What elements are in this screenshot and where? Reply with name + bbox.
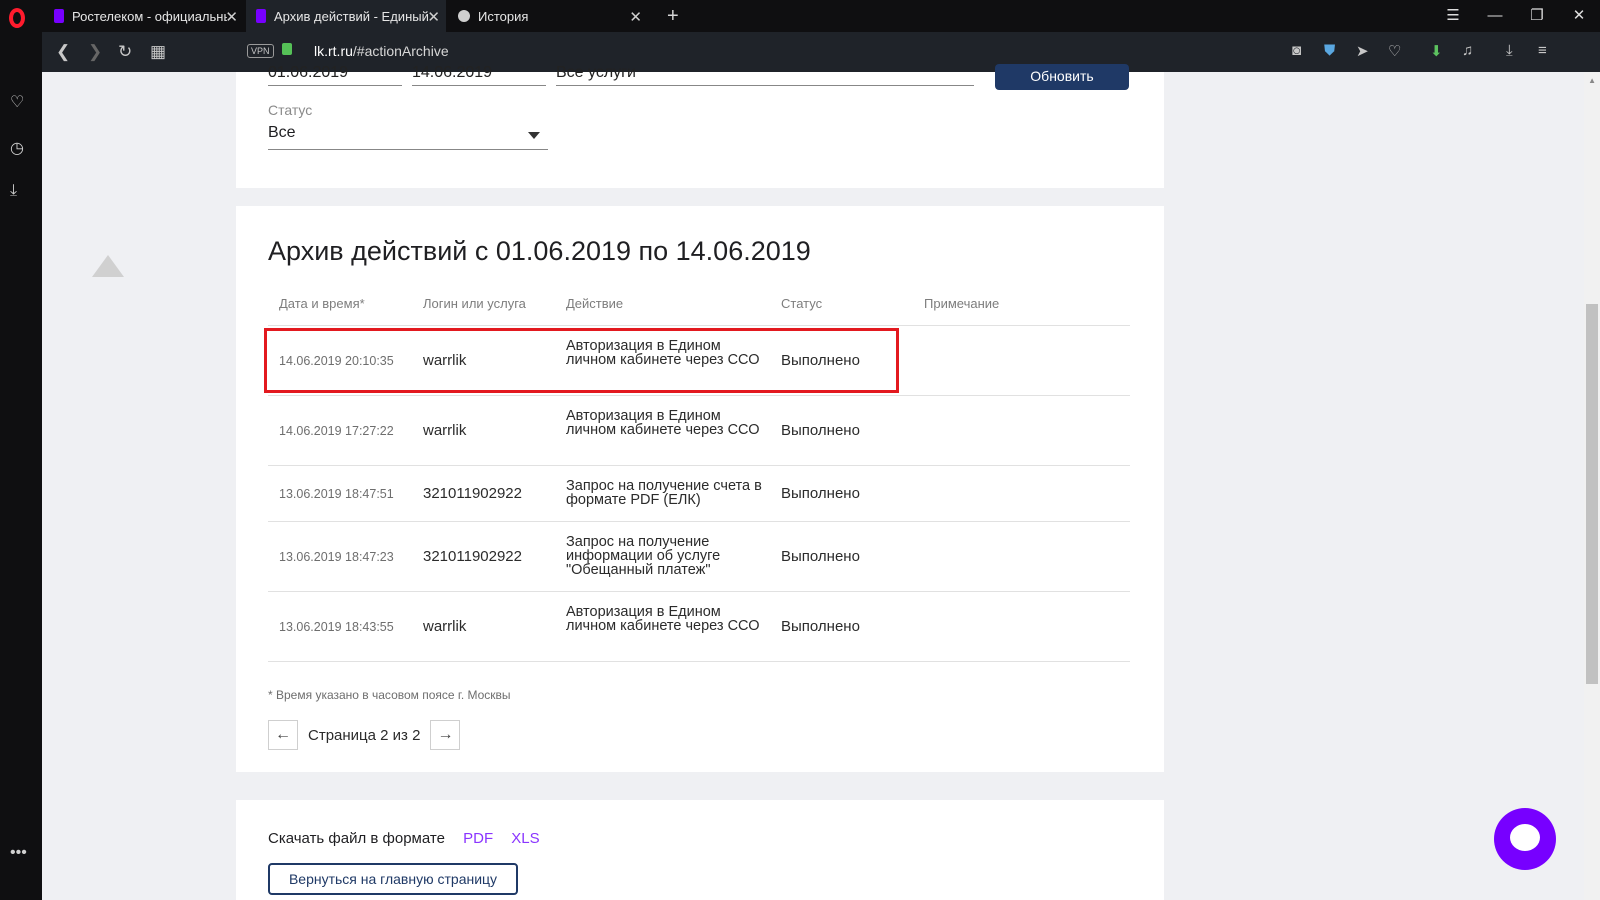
row-date: 13.06.2019 18:43:55 xyxy=(279,620,394,634)
tab-menu-icon[interactable]: ☰ xyxy=(1432,0,1474,32)
archive-title: Архив действий с 01.06.2019 по 14.06.201… xyxy=(268,236,811,266)
tab-archive[interactable]: Архив действий - Единый ✕ xyxy=(246,0,446,32)
row-login: warrlik xyxy=(423,422,467,439)
highlight-annotation-box xyxy=(264,328,899,393)
window-controls: ☰ — ❐ ✕ xyxy=(1432,0,1600,32)
scroll-up-triangle-icon[interactable] xyxy=(92,255,124,277)
status-select[interactable]: Все xyxy=(268,124,548,150)
pagination: ← Страница 2 из 2 → xyxy=(268,720,461,750)
close-icon[interactable]: ✕ xyxy=(427,8,440,26)
url-host: lk.rt.ru xyxy=(314,43,353,59)
row-date: 14.06.2019 17:27:22 xyxy=(279,424,394,438)
row-status: Выполнено xyxy=(781,485,860,502)
close-icon[interactable]: ✕ xyxy=(629,8,642,26)
close-icon[interactable]: ✕ xyxy=(225,8,238,26)
chat-bubble-icon xyxy=(1510,824,1540,851)
page-content: 01.06.2019 14.06.2019 Все услуги Обновит… xyxy=(42,64,1600,900)
arrow-right-icon: → xyxy=(437,726,454,743)
archive-card: Архив действий с 01.06.2019 по 14.06.201… xyxy=(236,206,1164,772)
next-page-button[interactable]: → xyxy=(430,720,461,750)
page-indicator: Страница 2 из 2 xyxy=(308,726,421,744)
restore-button[interactable]: ❐ xyxy=(1516,0,1558,32)
scroll-up-arrow-icon[interactable]: ▲ xyxy=(1588,76,1596,85)
scrollbar-thumb[interactable] xyxy=(1586,304,1598,684)
row-action: Авторизация в Едином личном кабинете чер… xyxy=(566,604,760,634)
table-row: 14.06.2019 17:27:22 warrlik Авторизация … xyxy=(268,396,1130,466)
back-to-main-button[interactable]: Вернуться на главную страницу xyxy=(268,863,518,895)
service-select[interactable]: Все услуги xyxy=(556,64,974,86)
row-login: warrlik xyxy=(423,618,467,635)
download-extension-icon[interactable]: ⬇ xyxy=(1430,42,1443,60)
table-row: 13.06.2019 18:47:51 321011902922 Запрос … xyxy=(268,466,1130,522)
forward-icon[interactable]: ❯ xyxy=(88,42,102,62)
back-icon[interactable]: ❮ xyxy=(56,42,70,62)
heart-icon[interactable]: ♡ xyxy=(10,92,24,112)
row-status: Выполнено xyxy=(781,548,860,565)
download-label: Скачать файл в формате xyxy=(268,830,445,847)
download-xls-link[interactable]: XLS xyxy=(511,830,539,847)
status-select-value: Все xyxy=(268,124,296,141)
column-header-action: Действие xyxy=(566,296,624,311)
table-row: 13.06.2019 18:47:23 321011902922 Запрос … xyxy=(268,522,1130,592)
adblock-shield-icon[interactable]: ⛊ xyxy=(1324,42,1335,59)
page-scrollbar[interactable]: ▲ xyxy=(1584,72,1600,900)
tab-label: Ростелеком - официальный xyxy=(72,8,227,24)
send-icon[interactable]: ➤ xyxy=(1356,42,1369,60)
speed-dial-icon[interactable]: ▦ xyxy=(150,42,166,62)
download-card: Скачать файл в формате PDF XLS Вернуться… xyxy=(236,800,1164,900)
url-path: /#actionArchive xyxy=(352,43,449,59)
tab-history[interactable]: История ✕ xyxy=(448,0,648,32)
download-pdf-link[interactable]: PDF xyxy=(463,830,493,847)
browser-sidebar: ♡ ◷ ⤓ ••• xyxy=(0,32,42,900)
new-tab-button[interactable]: + xyxy=(667,5,679,28)
column-header-date: Дата и время* xyxy=(279,296,365,311)
refresh-button[interactable]: Обновить xyxy=(995,64,1129,90)
column-header-note: Примечание xyxy=(924,296,1000,311)
row-action: Авторизация в Едином личном кабинете чер… xyxy=(566,408,760,438)
tab-bar: Ростелеком - официальный ✕ Архив действи… xyxy=(0,0,1600,32)
rostelecom-favicon-icon xyxy=(54,9,64,23)
opera-logo-icon[interactable] xyxy=(9,8,25,28)
more-icon[interactable]: ••• xyxy=(10,844,27,862)
downloads-icon[interactable]: ⤓ xyxy=(10,182,17,200)
status-label: Статус xyxy=(268,102,313,118)
downloads-icon[interactable]: ⤓ xyxy=(1506,42,1513,59)
date-to-field[interactable]: 14.06.2019 xyxy=(412,64,546,86)
music-icon[interactable]: ♫ xyxy=(1462,42,1473,59)
row-status: Выполнено xyxy=(781,422,860,439)
row-status: Выполнено xyxy=(781,618,860,635)
download-row: Скачать файл в формате PDF XLS xyxy=(268,830,540,847)
tab-label: История xyxy=(478,8,529,24)
row-date: 13.06.2019 18:47:23 xyxy=(279,550,394,564)
date-from-field[interactable]: 01.06.2019 xyxy=(268,64,402,86)
chat-widget-button[interactable] xyxy=(1494,808,1556,870)
timezone-footnote: * Время указано в часовом поясе г. Москв… xyxy=(268,688,511,702)
history-icon[interactable]: ◷ xyxy=(10,138,24,158)
prev-page-button[interactable]: ← xyxy=(268,720,298,750)
easy-setup-icon[interactable]: ≡ xyxy=(1538,42,1547,59)
close-window-button[interactable]: ✕ xyxy=(1558,0,1600,32)
table-row: 13.06.2019 18:43:55 warrlik Авторизация … xyxy=(268,592,1130,662)
row-login: 321011902922 xyxy=(423,485,522,502)
row-login: 321011902922 xyxy=(423,548,522,565)
row-action: Запрос на получение информации об услуге… xyxy=(566,534,721,578)
column-header-login: Логин или услуга xyxy=(423,296,526,311)
reload-icon[interactable]: ↻ xyxy=(118,42,132,62)
arrow-left-icon: ← xyxy=(275,726,291,743)
rostelecom-favicon-icon xyxy=(256,9,266,23)
lock-icon[interactable] xyxy=(282,43,292,55)
history-clock-icon xyxy=(458,10,470,22)
tab-label: Архив действий - Единый xyxy=(274,8,429,24)
camera-icon[interactable]: ◙ xyxy=(1292,42,1301,59)
minimize-button[interactable]: — xyxy=(1474,0,1516,32)
row-action: Запрос на получение счета в формате PDF … xyxy=(566,478,762,508)
tab-rostelecom[interactable]: Ростелеком - официальный ✕ xyxy=(44,0,244,32)
vpn-badge[interactable]: VPN xyxy=(247,44,274,58)
filter-card: 01.06.2019 14.06.2019 Все услуги Обновит… xyxy=(236,64,1164,188)
url-field[interactable]: lk.rt.ru/#actionArchive xyxy=(314,43,449,59)
column-header-status: Статус xyxy=(781,296,823,311)
heart-icon[interactable]: ♡ xyxy=(1388,42,1401,60)
row-date: 13.06.2019 18:47:51 xyxy=(279,487,394,501)
chevron-down-icon xyxy=(528,132,540,139)
